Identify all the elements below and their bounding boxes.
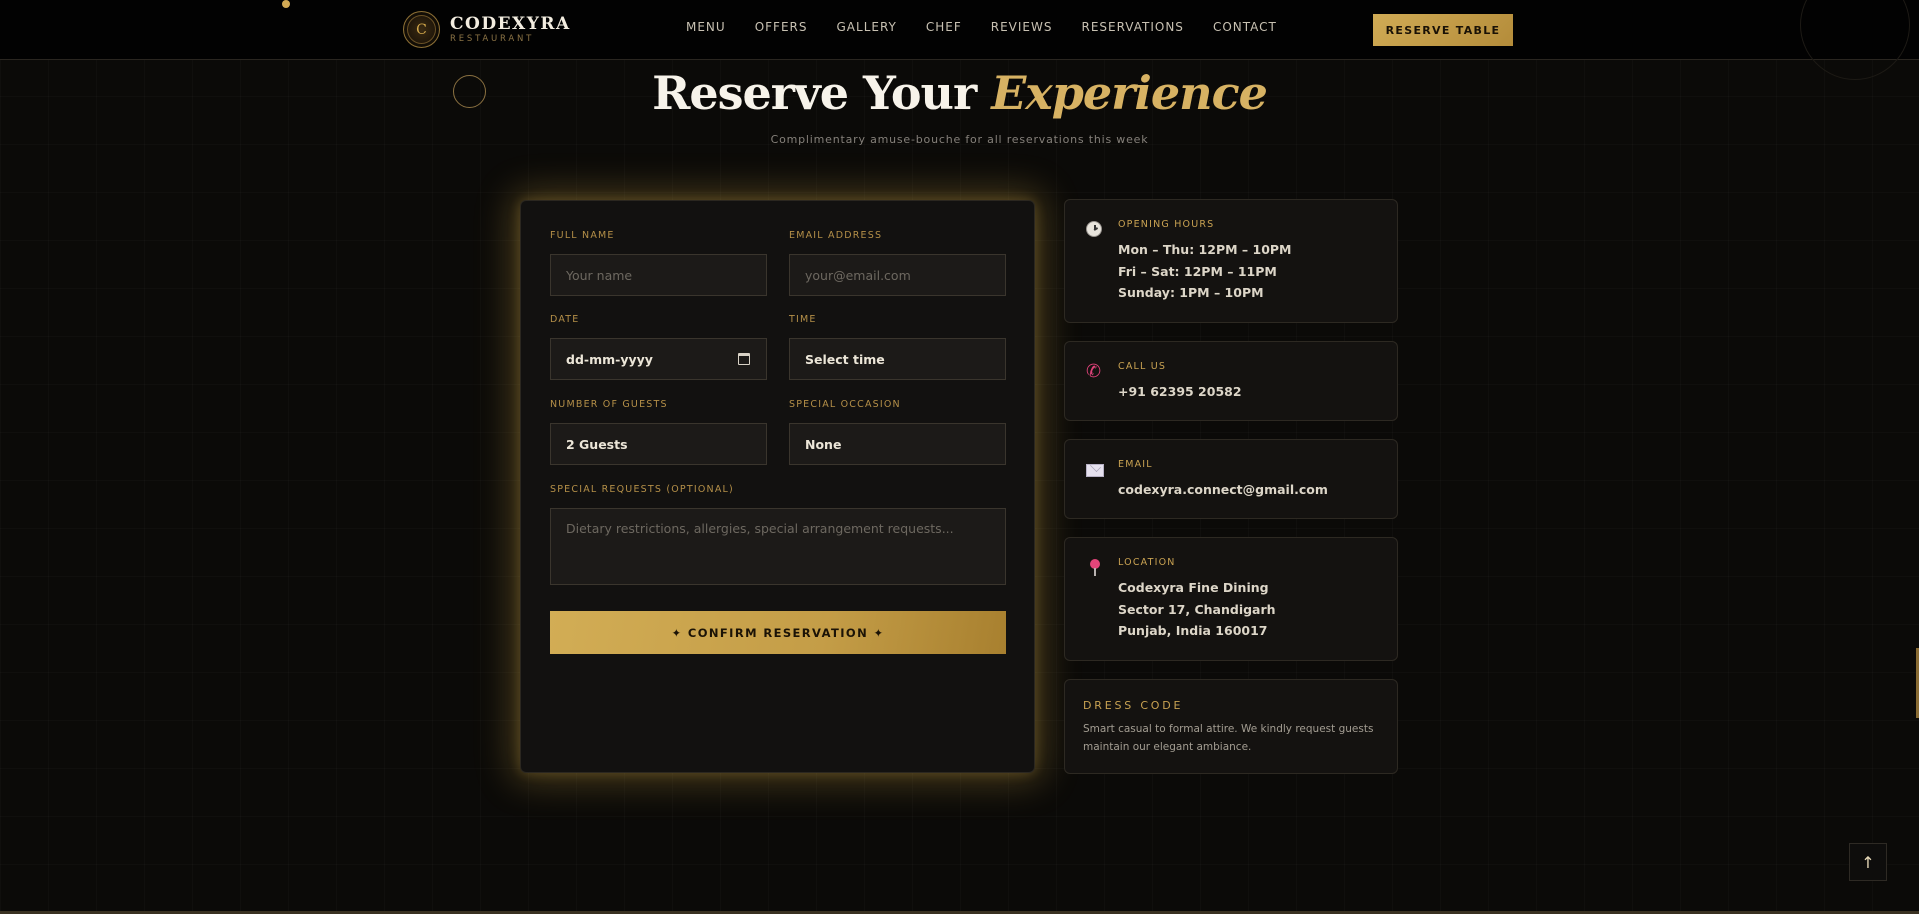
date-field: DATE dd-mm-yyyy: [550, 314, 767, 380]
time-label: TIME: [789, 314, 817, 325]
full-name-field: FULL NAME Your name: [550, 230, 767, 296]
requests-field: SPECIAL REQUESTS (OPTIONAL) Dietary rest…: [550, 484, 1006, 585]
email-title: EMAIL: [1118, 459, 1153, 470]
brand-name: CODEXYRA: [450, 13, 571, 34]
opening-hours-title: OPENING HOURS: [1118, 219, 1215, 230]
dress-code-text: Smart casual to formal attire. We kindly…: [1083, 723, 1374, 753]
location-title: LOCATION: [1118, 557, 1176, 568]
date-value: dd-mm-yyyy: [566, 351, 653, 367]
logo-mark: C: [403, 11, 440, 48]
requests-textarea[interactable]: Dietary restrictions, allergies, special…: [550, 508, 1006, 585]
title-accent: Experience: [991, 66, 1268, 120]
call-us-card: ✆ CALL US +91 62395 20582: [1064, 341, 1398, 421]
guests-select[interactable]: 2 Guests: [550, 423, 767, 465]
nav-link-menu[interactable]: MENU: [686, 20, 726, 34]
nav-link-chef[interactable]: CHEF: [926, 20, 962, 34]
requests-label: SPECIAL REQUESTS (OPTIONAL): [550, 484, 734, 495]
address-line: Codexyra Fine Dining: [1118, 580, 1269, 595]
email-field: EMAIL ADDRESS your@email.com: [789, 230, 1006, 296]
nav-links: MENU OFFERS GALLERY CHEF REVIEWS RESERVA…: [686, 20, 1306, 34]
hours-line: Mon – Thu: 12PM – 10PM: [1118, 242, 1292, 257]
brand-logo[interactable]: C CODEXYRA RESTAURANT: [403, 11, 571, 48]
nav-link-offers[interactable]: OFFERS: [755, 20, 808, 34]
dress-code-title: DRESS CODE: [1083, 699, 1184, 712]
email-card: EMAIL codexyra.connect@gmail.com: [1064, 439, 1398, 519]
top-navbar: C CODEXYRA RESTAURANT MENU OFFERS GALLER…: [0, 0, 1919, 60]
envelope-icon: [1086, 461, 1104, 479]
email-label: EMAIL ADDRESS: [789, 230, 883, 241]
dress-code-card: DRESS CODE Smart casual to formal attire…: [1064, 679, 1398, 774]
page-title: Reserve Your Experience: [0, 62, 1919, 124]
pin-icon: [1086, 559, 1104, 577]
call-us-title: CALL US: [1118, 361, 1167, 372]
scroll-to-top-button[interactable]: ↑: [1849, 843, 1887, 881]
address-line: Punjab, India 160017: [1118, 623, 1268, 638]
hours-line: Fri – Sat: 12PM – 11PM: [1118, 263, 1277, 279]
reserve-table-button[interactable]: RESERVE TABLE: [1373, 14, 1513, 46]
confirm-reservation-button[interactable]: ✦ CONFIRM RESERVATION ✦: [550, 611, 1006, 654]
nav-link-contact[interactable]: CONTACT: [1213, 20, 1277, 34]
address-line: Sector 17, Chandigarh: [1118, 601, 1276, 617]
email-input[interactable]: your@email.com: [789, 254, 1006, 296]
occasion-label: SPECIAL OCCASION: [789, 399, 901, 410]
decorative-dot: [282, 0, 290, 8]
occasion-select[interactable]: None: [789, 423, 1006, 465]
phone-number[interactable]: +91 62395 20582: [1118, 381, 1242, 403]
nav-link-reservations[interactable]: RESERVATIONS: [1082, 20, 1184, 34]
full-name-label: FULL NAME: [550, 230, 615, 241]
guests-label: NUMBER OF GUESTS: [550, 399, 668, 410]
full-name-input[interactable]: Your name: [550, 254, 767, 296]
hours-line: Sunday: 1PM – 10PM: [1118, 285, 1264, 300]
reservation-form: FULL NAME Your name EMAIL ADDRESS your@e…: [520, 200, 1035, 773]
time-select[interactable]: Select time: [789, 338, 1006, 380]
title-main: Reserve Your: [652, 66, 992, 120]
brand-text: CODEXYRA RESTAURANT: [450, 15, 571, 45]
opening-hours-card: OPENING HOURS Mon – Thu: 12PM – 10PM Fri…: [1064, 199, 1398, 323]
clock-icon: [1086, 221, 1104, 239]
page-subtitle: Complimentary amuse-bouche for all reser…: [770, 133, 1149, 146]
time-field: TIME Select time: [789, 314, 1006, 380]
location-card: LOCATION Codexyra Fine Dining Sector 17,…: [1064, 537, 1398, 661]
occasion-field: SPECIAL OCCASION None: [789, 399, 1006, 465]
brand-subtitle: RESTAURANT: [450, 33, 535, 44]
guests-field: NUMBER OF GUESTS 2 Guests: [550, 399, 767, 465]
nav-link-gallery[interactable]: GALLERY: [837, 20, 897, 34]
date-label: DATE: [550, 314, 580, 325]
calendar-icon[interactable]: [738, 353, 750, 365]
email-address[interactable]: codexyra.connect@gmail.com: [1118, 479, 1328, 501]
phone-icon: ✆: [1086, 361, 1102, 382]
nav-link-reviews[interactable]: REVIEWS: [991, 20, 1053, 34]
date-input[interactable]: dd-mm-yyyy: [550, 338, 767, 380]
